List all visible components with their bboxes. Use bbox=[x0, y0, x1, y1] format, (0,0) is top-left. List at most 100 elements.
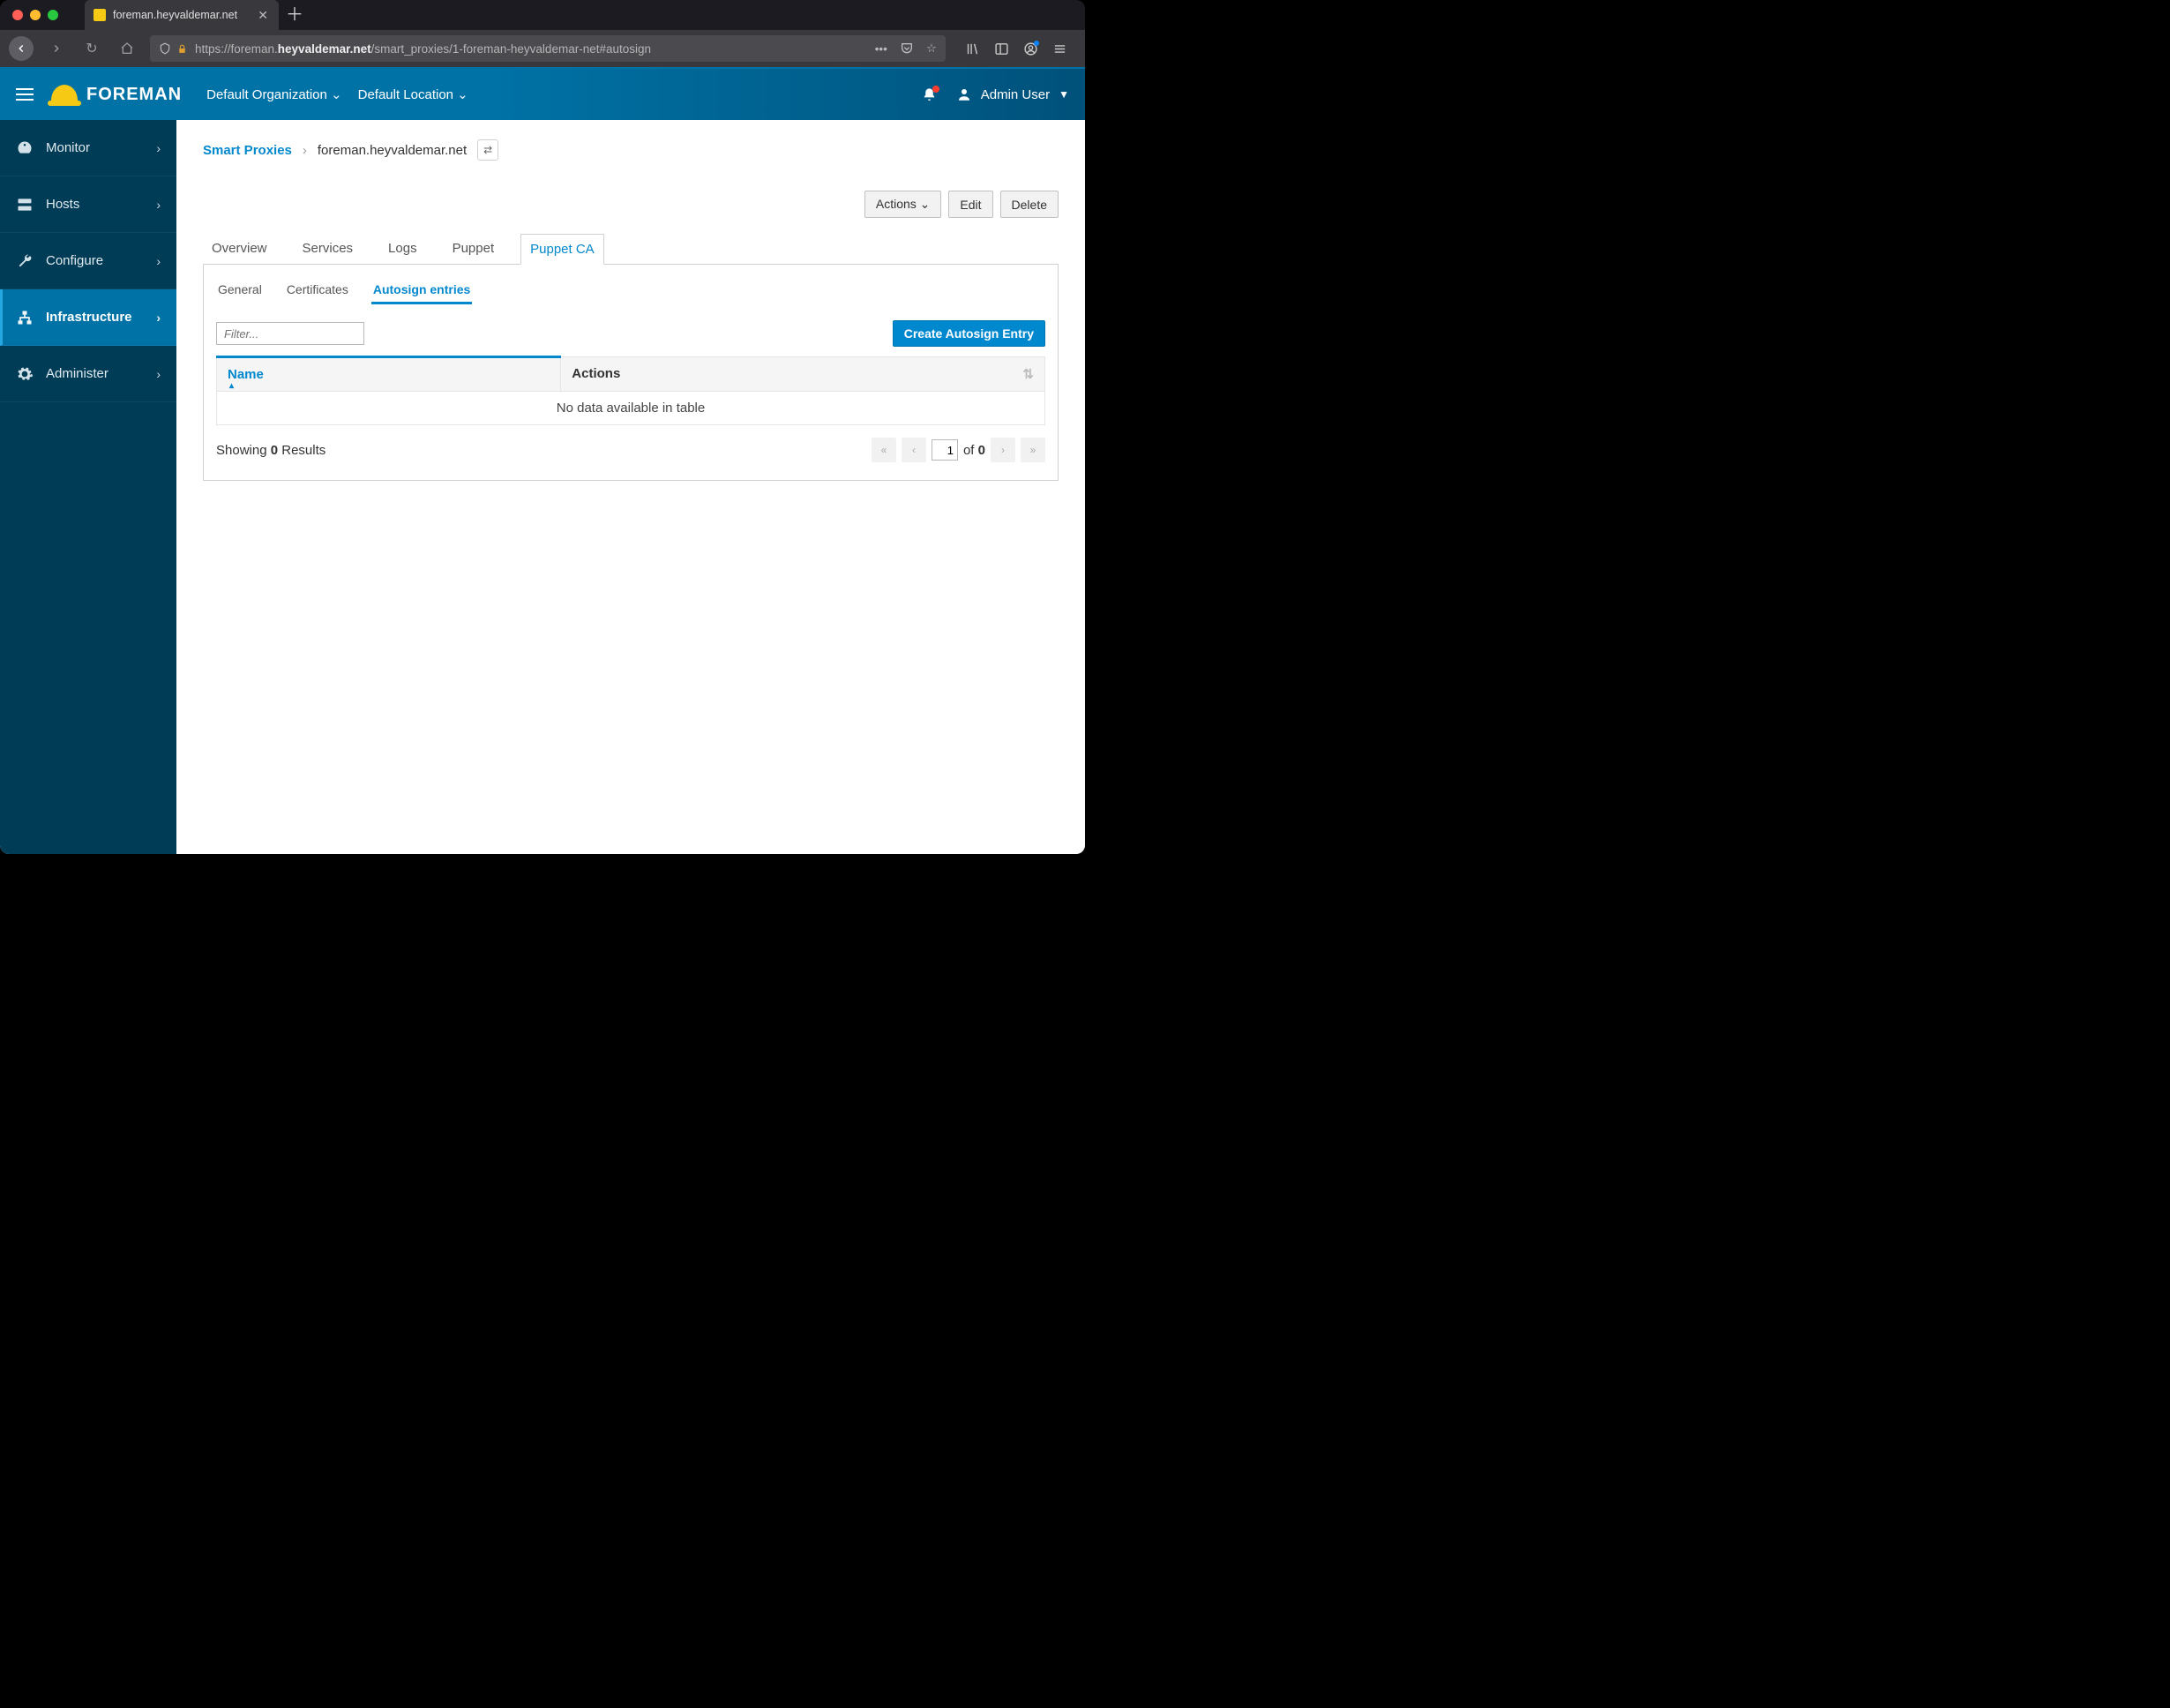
meatball-icon[interactable]: ••• bbox=[875, 42, 887, 56]
breadcrumb: Smart Proxies › foreman.heyvaldemar.net … bbox=[203, 139, 1059, 161]
user-menu[interactable]: Admin User ▼ bbox=[956, 86, 1069, 102]
sub-tabs: General Certificates Autosign entries bbox=[216, 272, 1045, 304]
nav-reload-button[interactable]: ↻ bbox=[79, 36, 104, 61]
sidebar-item-label: Hosts bbox=[46, 197, 79, 212]
sidebar-item-monitor[interactable]: Monitor › bbox=[0, 120, 176, 176]
foreman-app: FOREMAN Default Organization Default Loc… bbox=[0, 69, 1085, 854]
nav-back-button[interactable] bbox=[9, 36, 34, 61]
breadcrumb-current: foreman.heyvaldemar.net bbox=[318, 143, 467, 158]
browser-toolbar: ↻ https://foreman.heyvaldemar.net/smart_… bbox=[0, 30, 1085, 67]
table-toolbar: Create Autosign Entry bbox=[216, 320, 1045, 347]
sidebar-item-label: Administer bbox=[46, 366, 108, 381]
tab-close-icon[interactable]: ✕ bbox=[256, 8, 270, 23]
tachometer-icon bbox=[16, 139, 34, 157]
sidebar-item-label: Configure bbox=[46, 253, 103, 268]
main-tabs: Overview Services Logs Puppet Puppet CA bbox=[203, 234, 1059, 265]
subtab-certificates[interactable]: Certificates bbox=[285, 277, 350, 304]
pager-first-button[interactable]: « bbox=[872, 438, 896, 462]
actions-dropdown[interactable]: Actions ⌄ bbox=[864, 191, 942, 218]
notifications-icon[interactable] bbox=[922, 87, 937, 102]
url-text: https://foreman.heyvaldemar.net/smart_pr… bbox=[195, 42, 651, 56]
window-close-icon[interactable] bbox=[12, 10, 23, 20]
create-autosign-entry-button[interactable]: Create Autosign Entry bbox=[893, 320, 1045, 347]
sidebar-item-administer[interactable]: Administer › bbox=[0, 346, 176, 402]
table-empty-row: No data available in table bbox=[217, 392, 1045, 425]
user-name: Admin User bbox=[981, 87, 1050, 102]
subtab-autosign-entries[interactable]: Autosign entries bbox=[371, 277, 472, 304]
sidebar-toggle-icon[interactable] bbox=[994, 41, 1009, 56]
sidebar-item-label: Infrastructure bbox=[46, 310, 132, 325]
pager-prev-button[interactable]: ‹ bbox=[902, 438, 926, 462]
chevron-right-icon: › bbox=[156, 254, 161, 268]
browser-tab[interactable]: foreman.heyvaldemar.net ✕ bbox=[85, 0, 279, 30]
pager-page-input[interactable] bbox=[932, 439, 958, 461]
network-icon bbox=[16, 309, 34, 326]
location-dropdown[interactable]: Default Location bbox=[358, 86, 468, 102]
browser-window: foreman.heyvaldemar.net ✕ ＋ ↻ https://fo… bbox=[0, 0, 1085, 854]
col-name-header[interactable]: Name ▴ bbox=[217, 357, 561, 392]
chevron-right-icon: › bbox=[156, 141, 161, 155]
server-icon bbox=[16, 196, 34, 214]
context-selectors: Default Organization Default Location bbox=[206, 86, 468, 102]
gear-icon bbox=[16, 365, 34, 383]
table-footer: Showing 0 Results « ‹ of 0 › » bbox=[216, 438, 1045, 462]
sidebar-item-configure[interactable]: Configure › bbox=[0, 233, 176, 289]
hamburger-menu-icon[interactable] bbox=[1052, 41, 1067, 56]
organization-dropdown[interactable]: Default Organization bbox=[206, 86, 342, 102]
brand[interactable]: FOREMAN bbox=[51, 85, 182, 105]
pocket-icon[interactable] bbox=[900, 41, 914, 56]
swap-button[interactable]: ⇄ bbox=[477, 139, 498, 161]
browser-tab-strip: foreman.heyvaldemar.net ✕ ＋ bbox=[0, 0, 1085, 30]
pager-last-button[interactable]: » bbox=[1021, 438, 1045, 462]
chevron-right-icon: › bbox=[156, 311, 161, 325]
shield-icon bbox=[159, 42, 171, 55]
helmet-icon bbox=[51, 85, 78, 104]
profile-icon[interactable] bbox=[1023, 41, 1038, 56]
window-zoom-icon[interactable] bbox=[48, 10, 58, 20]
wrench-icon bbox=[16, 252, 34, 270]
tab-services[interactable]: Services bbox=[294, 234, 363, 264]
lock-warning-icon bbox=[176, 43, 188, 55]
tab-logs[interactable]: Logs bbox=[379, 234, 426, 264]
bookmark-star-icon[interactable]: ☆ bbox=[926, 41, 937, 56]
main-content: Smart Proxies › foreman.heyvaldemar.net … bbox=[176, 120, 1085, 854]
nav-forward-button[interactable] bbox=[44, 36, 69, 61]
tab-panel: General Certificates Autosign entries Cr… bbox=[203, 265, 1059, 481]
pager-of-label: of 0 bbox=[963, 443, 985, 458]
col-actions-header[interactable]: Actions ⇅ bbox=[561, 357, 1045, 392]
chevron-right-icon: › bbox=[156, 198, 161, 212]
tab-puppet-ca[interactable]: Puppet CA bbox=[520, 234, 604, 265]
edit-button[interactable]: Edit bbox=[948, 191, 992, 218]
filter-input[interactable] bbox=[216, 322, 364, 345]
autosign-table: Name ▴ Actions ⇅ No dat bbox=[216, 356, 1045, 425]
new-tab-button[interactable]: ＋ bbox=[286, 6, 303, 24]
pager-next-button[interactable]: › bbox=[991, 438, 1015, 462]
breadcrumb-root[interactable]: Smart Proxies bbox=[203, 143, 292, 158]
window-minimize-icon[interactable] bbox=[30, 10, 41, 20]
chevron-right-icon: › bbox=[156, 367, 161, 381]
tab-puppet[interactable]: Puppet bbox=[444, 234, 504, 264]
favicon-icon bbox=[94, 9, 106, 21]
nav-home-button[interactable] bbox=[115, 36, 139, 61]
brand-text: FOREMAN bbox=[86, 85, 182, 105]
delete-button[interactable]: Delete bbox=[1000, 191, 1059, 218]
sidebar-item-hosts[interactable]: Hosts › bbox=[0, 176, 176, 233]
caret-down-icon: ▼ bbox=[1059, 88, 1069, 101]
browser-tab-title: foreman.heyvaldemar.net bbox=[113, 9, 237, 21]
masthead: FOREMAN Default Organization Default Loc… bbox=[0, 69, 1085, 120]
window-controls bbox=[0, 10, 71, 20]
tab-overview[interactable]: Overview bbox=[203, 234, 276, 264]
sidebar-item-infrastructure[interactable]: Infrastructure › bbox=[0, 289, 176, 346]
table-empty-text: No data available in table bbox=[217, 392, 1045, 425]
showing-results: Showing 0 Results bbox=[216, 443, 326, 458]
library-icon[interactable] bbox=[965, 41, 980, 56]
sidebar: Monitor › Hosts › Configure › Infrastruc… bbox=[0, 120, 176, 854]
browser-right-icons bbox=[956, 41, 1076, 56]
sort-asc-icon: ▴ bbox=[229, 381, 234, 391]
subtab-general[interactable]: General bbox=[216, 277, 264, 304]
nav-toggle-button[interactable] bbox=[16, 88, 34, 101]
address-bar[interactable]: https://foreman.heyvaldemar.net/smart_pr… bbox=[150, 35, 946, 62]
sidebar-item-label: Monitor bbox=[46, 140, 90, 155]
sort-icon: ⇅ bbox=[1022, 366, 1034, 382]
caret-down-icon: ⌄ bbox=[920, 197, 931, 211]
